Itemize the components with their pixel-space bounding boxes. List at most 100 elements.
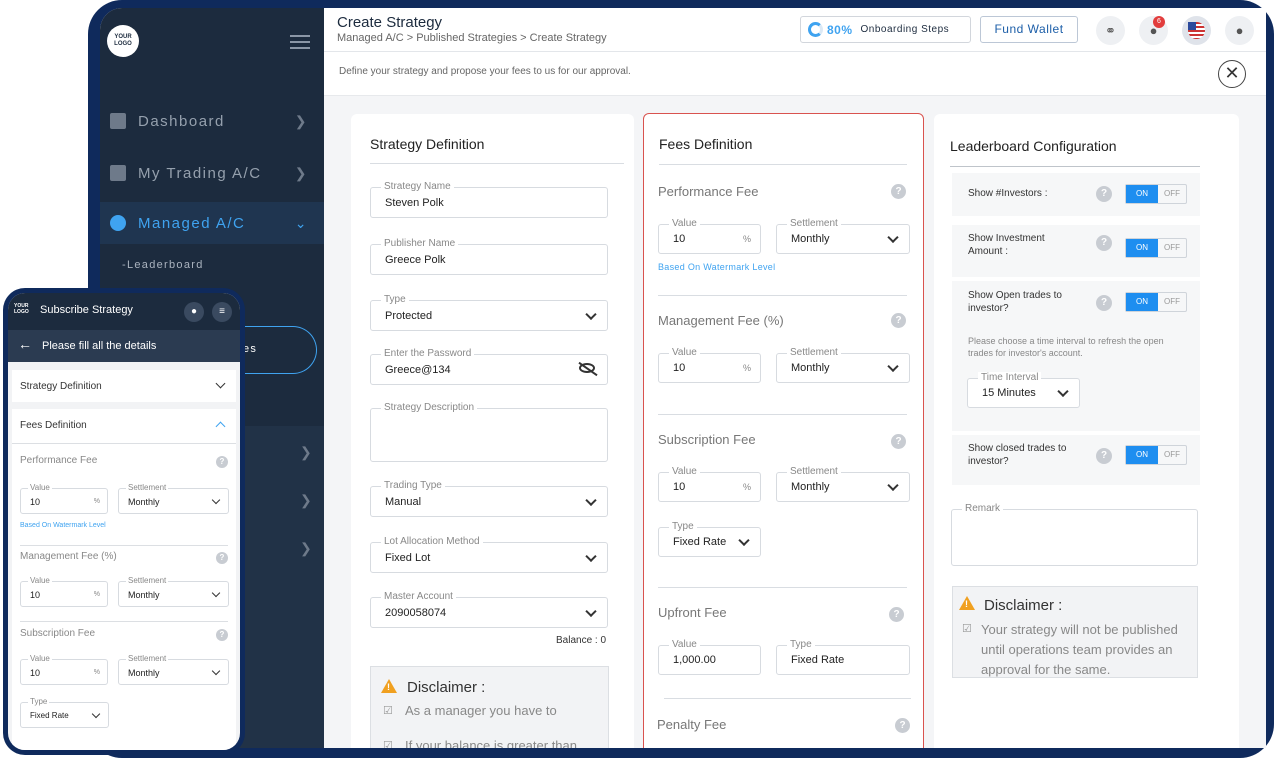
performance-settlement-select[interactable]: Settlement Monthly — [118, 483, 229, 514]
user-icon[interactable]: ● — [1225, 16, 1254, 45]
help-icon[interactable]: ? — [891, 434, 906, 449]
strategy-description-field[interactable]: Strategy Description — [370, 402, 608, 462]
row-label: Show Investment Amount : — [968, 233, 1045, 257]
chevron-down-icon — [887, 479, 899, 492]
close-icon[interactable]: ✕ — [1218, 60, 1246, 88]
menu-icon[interactable] — [290, 35, 310, 49]
help-icon[interactable]: ? — [895, 718, 910, 733]
upfront-value-field[interactable]: Value 1,000.00 — [658, 639, 761, 675]
upfront-type-field[interactable]: Type Fixed Rate — [776, 639, 910, 675]
help-icon[interactable]: ? — [891, 184, 906, 199]
mobile-subtitle-bar: ← Please fill all the details — [8, 330, 240, 362]
subscription-type-select[interactable]: Type Fixed Rate — [658, 521, 761, 557]
upfront-fee-title: Upfront Fee — [658, 605, 727, 620]
chevron-right-icon[interactable]: ❯ — [300, 444, 312, 461]
management-value-field[interactable]: Value 10 % — [658, 347, 761, 383]
help-icon[interactable]: ? — [1096, 235, 1112, 251]
lot-allocation-select[interactable]: Lot Allocation Method Fixed Lot — [370, 536, 608, 573]
help-icon[interactable]: ? — [889, 607, 904, 622]
disclaimer-text: Your strategy will not be published unti… — [981, 622, 1178, 677]
field-value: Fixed Rate — [673, 536, 727, 548]
chevron-right-icon[interactable]: ❯ — [300, 492, 312, 509]
remark-field[interactable]: Remark — [951, 503, 1198, 566]
eye-slash-icon[interactable] — [579, 363, 595, 373]
subscription-settlement-select[interactable]: Settlement Monthly — [118, 654, 229, 685]
mobile-section-strategy[interactable]: Strategy Definition — [12, 370, 236, 402]
toggle-investors[interactable]: ON OFF — [1125, 184, 1187, 204]
headset-icon[interactable]: ⚭ — [1096, 16, 1125, 45]
publisher-name-field[interactable]: Publisher Name Greece Polk — [370, 238, 608, 275]
sidebar-item-my-trading[interactable]: My Trading A/C ❯ — [100, 153, 324, 193]
toggle-off: OFF — [1164, 450, 1180, 459]
subscription-settlement-select[interactable]: Settlement Monthly — [776, 466, 910, 502]
percent-unit: % — [742, 482, 751, 492]
help-icon[interactable]: ? — [216, 552, 228, 564]
menu-icon[interactable]: ≡ — [212, 302, 232, 322]
field-label: Type — [787, 639, 815, 651]
divider — [659, 164, 907, 165]
help-icon[interactable]: ? — [216, 629, 228, 641]
subscription-value-field[interactable]: Value 10 % — [658, 466, 761, 502]
performance-fee-title: Performance Fee — [658, 184, 759, 199]
type-select[interactable]: Type Protected — [370, 294, 608, 331]
help-icon[interactable]: ? — [1096, 295, 1112, 311]
mobile-screen: YOUR LOGO Subscribe Strategy ● ≡ ← Pleas… — [8, 293, 240, 750]
field-label: Value — [28, 483, 52, 493]
help-icon[interactable]: ? — [1096, 448, 1112, 464]
management-settlement-select[interactable]: Settlement Monthly — [776, 347, 910, 383]
bell-icon[interactable]: ● 6 — [1139, 16, 1168, 45]
field-value: 1,000.00 — [673, 654, 716, 666]
strategy-name-field[interactable]: Strategy Name Steven Polk — [370, 181, 608, 218]
toggle-closed-trades[interactable]: ON OFF — [1125, 445, 1187, 465]
divider — [658, 587, 907, 588]
chevron-right-icon[interactable]: ❯ — [300, 540, 312, 557]
fund-wallet-button[interactable]: Fund Wallet — [980, 16, 1078, 43]
master-account-select[interactable]: Master Account 2090058074 — [370, 591, 608, 628]
field-value: Monthly — [128, 497, 160, 507]
subscription-type-select[interactable]: Type Fixed Rate — [20, 697, 109, 728]
password-field[interactable]: Enter the Password Greece@134 — [370, 348, 608, 385]
toggle-off: OFF — [1164, 243, 1180, 252]
performance-settlement-select[interactable]: Settlement Monthly — [776, 218, 910, 254]
performance-value-field[interactable]: Value 10 % — [20, 483, 108, 514]
page-title: Create Strategy — [337, 14, 443, 31]
percent-unit: % — [93, 498, 100, 505]
warning-icon — [381, 679, 397, 693]
field-label: Strategy Name — [381, 181, 454, 193]
row-label: Show Open trades to investor? — [968, 290, 1062, 314]
bell-icon[interactable]: ● — [184, 302, 204, 322]
performance-value-field[interactable]: Value 10 % — [658, 218, 761, 254]
chevron-down-icon — [211, 495, 221, 505]
chevron-up-icon[interactable] — [215, 421, 226, 432]
subscription-value-field[interactable]: Value 10 % — [20, 654, 108, 685]
row-label: Show #Investors : — [968, 188, 1048, 199]
onboarding-steps[interactable]: 80% Onboarding Steps — [800, 16, 971, 43]
sidebar-item-managed[interactable]: Managed A/C ⌄ — [100, 202, 324, 244]
arrow-left-icon[interactable]: ← — [18, 336, 32, 352]
breadcrumb[interactable]: Managed A/C > Published Strategies > Cre… — [337, 32, 607, 44]
trading-type-select[interactable]: Trading Type Manual — [370, 480, 608, 517]
sidebar-sub-leaderboard[interactable]: -Leaderboard — [122, 259, 204, 271]
management-settlement-select[interactable]: Settlement Monthly — [118, 576, 229, 607]
toggle-investment-amount[interactable]: ON OFF — [1125, 238, 1187, 258]
field-value: Monthly — [128, 590, 160, 600]
card-title: Strategy Definition — [370, 136, 485, 152]
help-icon[interactable]: ? — [216, 456, 228, 468]
balance-text: Balance : 0 — [556, 635, 607, 646]
divider — [20, 545, 228, 546]
help-icon[interactable]: ? — [891, 313, 906, 328]
watermark-note: Based On Watermark Level — [20, 522, 106, 529]
field-label: Settlement — [126, 654, 169, 664]
help-icon[interactable]: ? — [1096, 186, 1112, 202]
time-interval-select[interactable]: Time Interval 15 Minutes — [967, 372, 1080, 408]
management-fee-title: Management Fee (%) — [658, 313, 784, 328]
section-title[interactable]: Fees Definition — [20, 420, 87, 431]
chevron-down-icon — [887, 360, 899, 373]
flag-icon[interactable] — [1182, 16, 1211, 45]
divider — [950, 166, 1200, 167]
chevron-down-icon — [585, 605, 597, 617]
sidebar-item-dashboard[interactable]: Dashboard ❯ — [100, 101, 324, 141]
toggle-open-trades[interactable]: ON OFF — [1125, 292, 1187, 312]
management-value-field[interactable]: Value 10 % — [20, 576, 108, 607]
field-label: Type — [381, 294, 409, 306]
